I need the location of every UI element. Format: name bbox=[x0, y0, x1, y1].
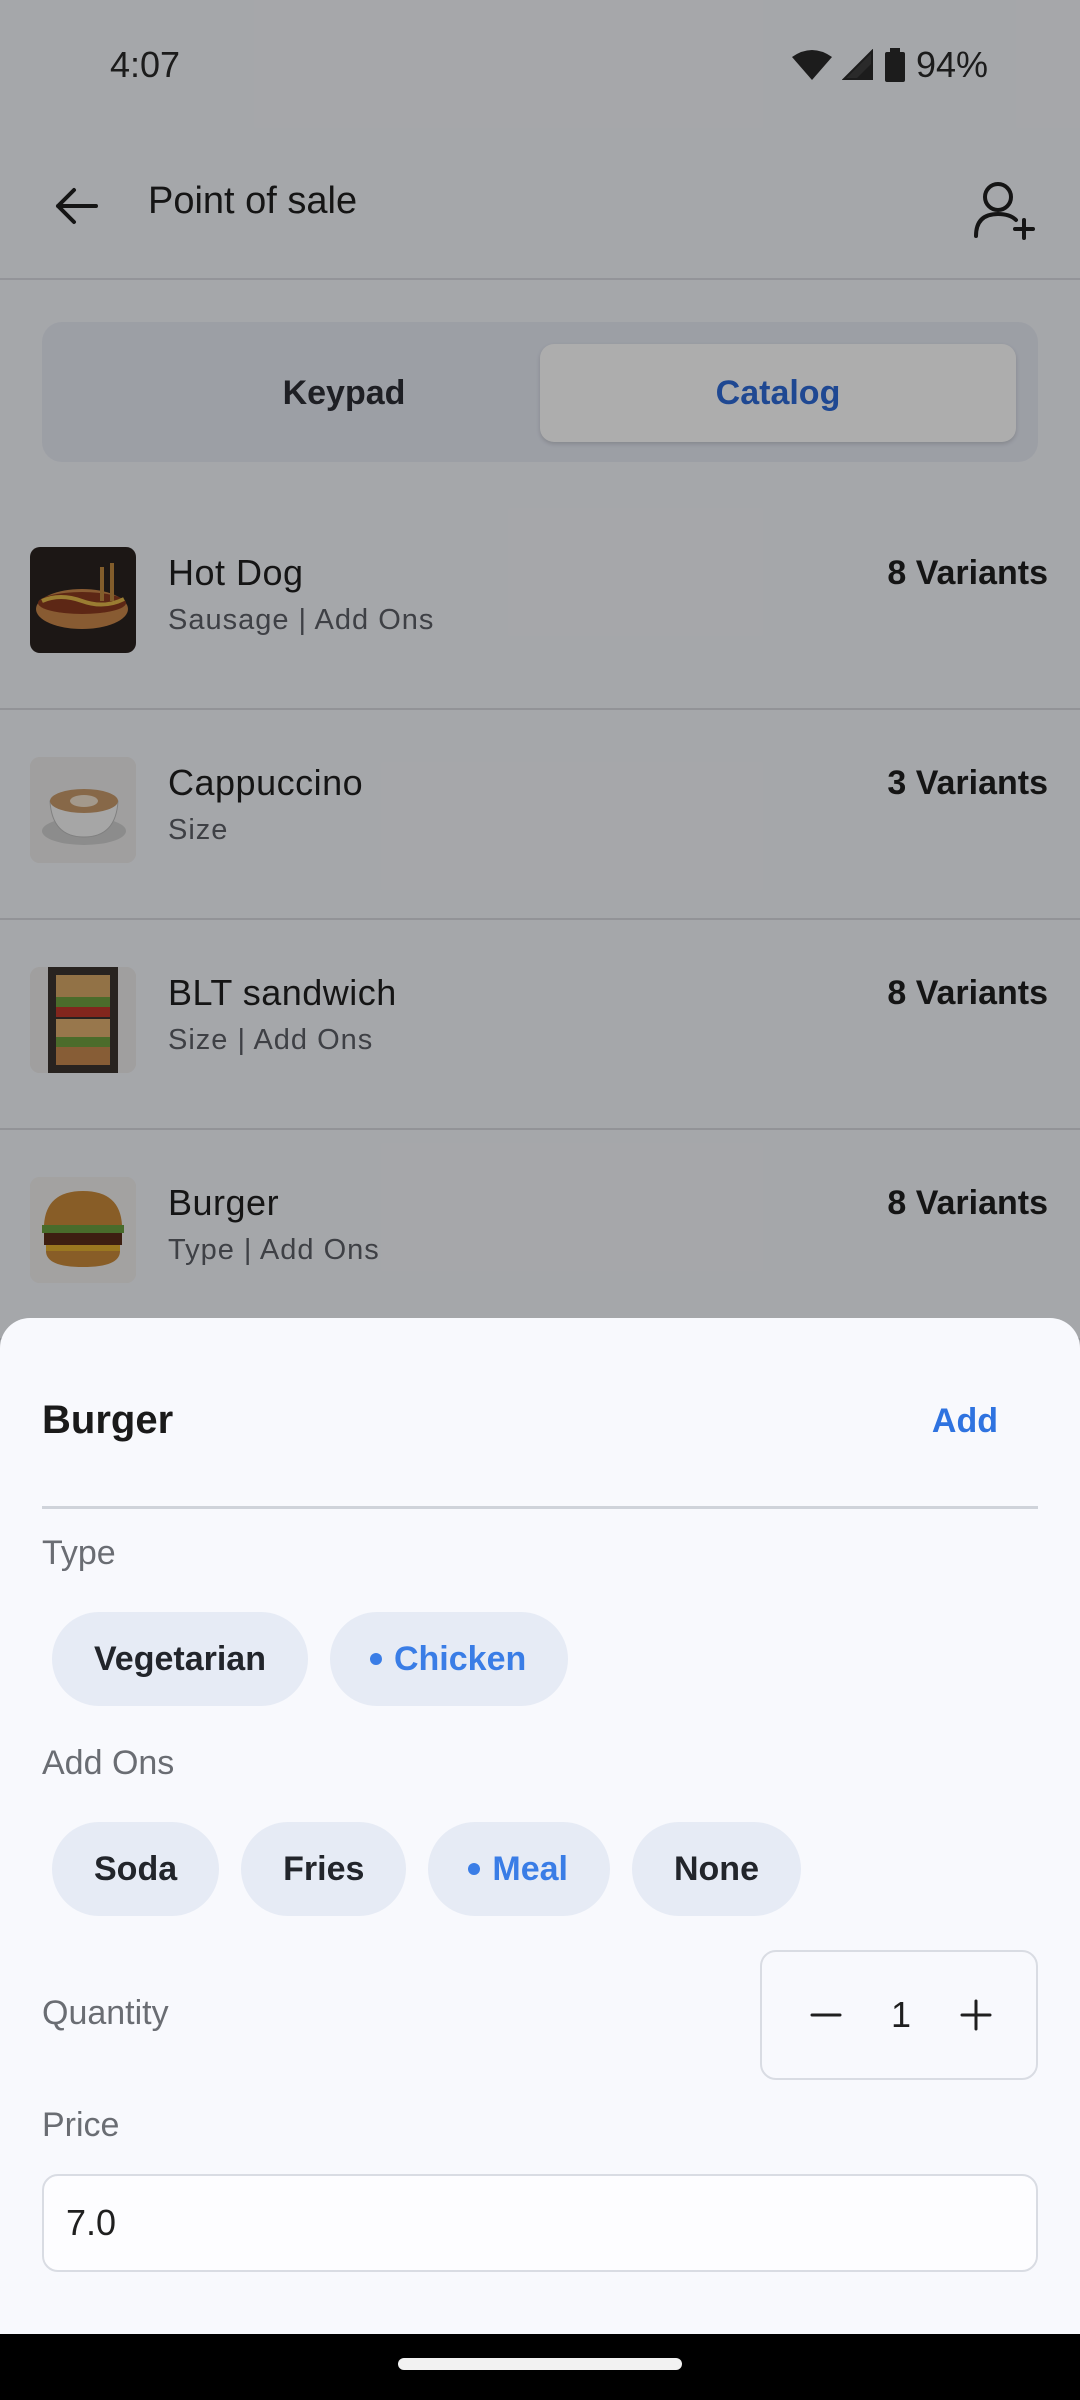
chip-chicken[interactable]: Chicken bbox=[329, 1612, 569, 1706]
chip-vegetarian[interactable]: Vegetarian bbox=[52, 1612, 308, 1706]
minus-icon bbox=[809, 1998, 843, 2037]
price-label: Price bbox=[42, 2106, 120, 2144]
type-options: Vegetarian Chicken bbox=[52, 1612, 569, 1706]
selected-dot-icon bbox=[369, 1653, 382, 1665]
add-button[interactable]: Add bbox=[932, 1402, 998, 1441]
type-label: Type bbox=[42, 1534, 116, 1572]
chip-fries[interactable]: Fries bbox=[241, 1822, 407, 1916]
chip-soda[interactable]: Soda bbox=[52, 1822, 220, 1916]
chip-label: Chicken bbox=[393, 1639, 527, 1678]
plus-icon bbox=[959, 1998, 993, 2037]
chip-meal[interactable]: Meal bbox=[428, 1822, 610, 1916]
price-input[interactable]: 7.0 bbox=[42, 2174, 1038, 2272]
sheet-title: Burger bbox=[42, 1398, 174, 1442]
chip-label: Meal bbox=[492, 1849, 568, 1888]
divider bbox=[42, 1506, 1038, 1509]
chip-label: None bbox=[673, 1849, 759, 1888]
addons-label: Add Ons bbox=[42, 1744, 175, 1782]
home-gesture-handle[interactable] bbox=[398, 2358, 682, 2370]
quantity-value: 1 bbox=[890, 1994, 912, 2035]
chip-none[interactable]: None bbox=[631, 1822, 801, 1916]
decrement-button[interactable] bbox=[794, 1985, 858, 2049]
chip-label: Vegetarian bbox=[94, 1639, 266, 1678]
chip-label: Soda bbox=[94, 1849, 178, 1888]
selected-dot-icon bbox=[468, 1863, 481, 1875]
increment-button[interactable] bbox=[944, 1985, 1008, 2049]
addon-options: Soda Fries Meal None bbox=[52, 1822, 801, 1916]
quantity-label: Quantity bbox=[42, 1994, 169, 2032]
navigation-bar bbox=[0, 2334, 1080, 2400]
quantity-stepper: 1 bbox=[760, 1950, 1038, 2080]
chip-label: Fries bbox=[283, 1849, 365, 1888]
variant-bottom-sheet: Burger Add Type Vegetarian Chicken Add O… bbox=[0, 1318, 1080, 2334]
